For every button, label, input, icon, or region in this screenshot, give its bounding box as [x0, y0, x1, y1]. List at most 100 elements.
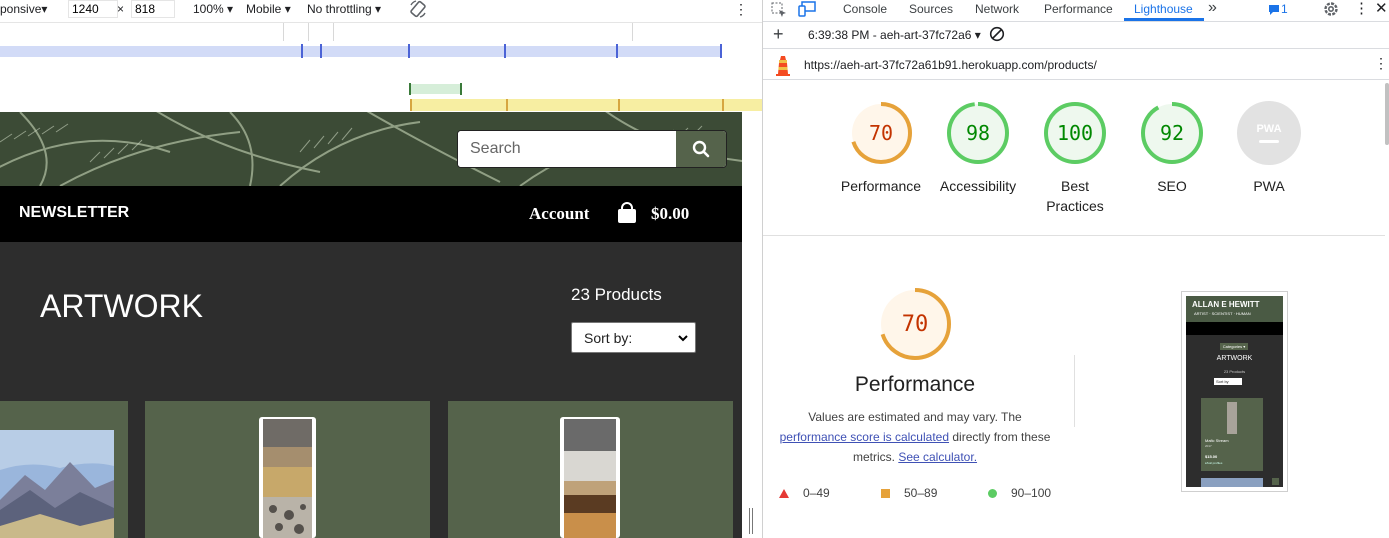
product-image[interactable]: [0, 430, 114, 538]
search-input[interactable]: [458, 131, 678, 167]
score-label: Accessibility: [939, 178, 1017, 194]
score-label: Best Practices: [1046, 178, 1104, 214]
score-value: PWA: [1237, 101, 1301, 165]
fern-banner: [0, 112, 742, 186]
score-value: 100: [1056, 121, 1094, 145]
average-square-icon: [881, 489, 890, 499]
thumb-count: 23 Products: [1223, 369, 1246, 374]
performance-detail-gauge: 70: [878, 287, 952, 361]
page-screenshot-thumbnail: ALLAN E HEWITT ARTIST · SCIENTIST · HUMA…: [1181, 291, 1288, 492]
sort-select[interactable]: Sort by:: [571, 322, 696, 353]
max-width-bar[interactable]: [0, 46, 722, 57]
thumb-product-tag: ●Soil profiles: [1205, 461, 1223, 465]
dimensions-dropdown[interactable]: ponsive▾: [0, 2, 47, 16]
min-max-bar[interactable]: [410, 84, 462, 94]
scrollbar-thumb[interactable]: [1385, 83, 1389, 145]
score-gauge-best-practices[interactable]: 100: [1043, 101, 1107, 165]
cart-total[interactable]: $0.00: [651, 204, 689, 224]
breakpoint-marker[interactable]: [320, 44, 322, 58]
rotate-icon[interactable]: [408, 0, 428, 19]
tab-console[interactable]: Console: [843, 2, 887, 16]
tab-lighthouse[interactable]: Lighthouse: [1134, 2, 1193, 16]
thumb-product-price: $15.00: [1205, 454, 1218, 459]
performance-score-link[interactable]: performance score is calculated: [780, 430, 949, 444]
throttling-dropdown[interactable]: No throttling ▾: [307, 2, 381, 16]
product-card[interactable]: [145, 401, 430, 538]
times-symbol: ×: [117, 2, 125, 16]
breakpoint-marker[interactable]: [616, 44, 618, 58]
new-report-icon[interactable]: +: [773, 25, 784, 43]
thumb-sort: Sort by: [1214, 378, 1242, 385]
breakpoint-marker[interactable]: [301, 44, 303, 58]
legend-item: 50–89: [881, 486, 937, 500]
close-icon[interactable]: ✕: [1375, 1, 1388, 16]
breakpoint-marker[interactable]: [506, 99, 508, 111]
score-gauge-pwa[interactable]: PWA: [1237, 101, 1301, 165]
issues-icon[interactable]: [1268, 4, 1280, 19]
grid-line: [632, 23, 633, 41]
score-value: 92: [1159, 121, 1185, 145]
zoom-dropdown[interactable]: 100% ▾: [193, 2, 233, 16]
settings-gear-icon[interactable]: [1322, 0, 1340, 21]
nav-newsletter-link[interactable]: NEWSLETTER: [19, 204, 129, 222]
devtools-menu-icon[interactable]: ⋮: [1354, 1, 1369, 16]
legend-range: 0–49: [803, 486, 830, 500]
min-width-bar[interactable]: [410, 99, 762, 111]
product-image[interactable]: [259, 417, 316, 538]
performance-detail-title: Performance: [854, 373, 976, 396]
pwa-badge-text: PWA: [1256, 123, 1282, 135]
product-card[interactable]: [448, 401, 733, 538]
shopping-bag-icon[interactable]: [616, 202, 638, 224]
device-toolbar-icon[interactable]: [798, 1, 816, 20]
tab-network[interactable]: Network: [975, 2, 1019, 16]
device-toolbar: ponsive▾ × 100% ▾ Mobile ▾ No throttling…: [0, 0, 762, 20]
report-selector[interactable]: 6:39:38 PM - aeh-art-37fc72a6 ▾: [808, 28, 981, 42]
breakpoint-marker[interactable]: [410, 99, 412, 111]
report-url[interactable]: https://aeh-art-37fc72a61b91.herokuapp.c…: [804, 58, 1097, 72]
breakpoint-marker[interactable]: [618, 99, 620, 111]
product-count: 23 Products: [571, 285, 662, 304]
score-gauge-performance[interactable]: 70: [849, 101, 913, 165]
tab-sources[interactable]: Sources: [909, 2, 953, 16]
chevron-down-icon: [678, 335, 688, 342]
breakpoint-marker[interactable]: [460, 83, 462, 95]
inspect-element-icon[interactable]: [771, 2, 787, 21]
site-navbar: NEWSLETTER Account $0.00: [0, 186, 742, 242]
pane-splitter[interactable]: [749, 508, 755, 534]
product-card[interactable]: [0, 401, 128, 538]
score-value: 70: [868, 121, 894, 145]
score-value: 98: [965, 121, 991, 145]
thumb-product-name: Mafic Stream: [1205, 438, 1229, 443]
media-query-bars: [0, 22, 762, 111]
devtools-tab-bar: Console Sources Network Performance Ligh…: [763, 0, 1389, 22]
breakpoint-marker[interactable]: [408, 44, 410, 58]
thumb-title: ARTWORK: [1216, 355, 1253, 362]
width-input[interactable]: [68, 0, 118, 18]
report-menu-icon[interactable]: ⋮: [1374, 56, 1388, 70]
more-tabs-icon[interactable]: »: [1208, 0, 1217, 17]
report-url-bar: https://aeh-art-37fc72a61b91.herokuapp.c…: [763, 49, 1389, 80]
see-calculator-link[interactable]: See calculator.: [898, 450, 977, 464]
thumb-categories: Categories ▾: [1220, 343, 1248, 350]
issues-count[interactable]: 1: [1281, 2, 1288, 16]
breakpoint-marker[interactable]: [409, 83, 411, 95]
product-image[interactable]: [560, 417, 620, 538]
height-input[interactable]: [131, 0, 175, 18]
breakpoint-marker[interactable]: [720, 44, 722, 58]
nav-account-link[interactable]: Account: [529, 204, 589, 224]
tab-performance[interactable]: Performance: [1044, 2, 1113, 16]
section-divider: [763, 235, 1385, 236]
devtools-pane: Console Sources Network Performance Ligh…: [762, 0, 1389, 538]
clear-all-icon[interactable]: [989, 26, 1005, 45]
breakpoint-marker[interactable]: [504, 44, 506, 58]
search-button[interactable]: [676, 131, 726, 167]
thumb-tagline: ARTIST · SCIENTIST · HUMAN: [1194, 311, 1251, 316]
lighthouse-toolbar: + 6:39:38 PM - aeh-art-37fc72a6 ▾: [763, 22, 1389, 49]
search-icon: [692, 140, 710, 158]
legend-range: 50–89: [904, 486, 938, 500]
more-options-icon[interactable]: ⋮: [734, 2, 748, 16]
score-gauge-accessibility[interactable]: 98: [946, 101, 1010, 165]
score-gauge-seo[interactable]: 92: [1140, 101, 1204, 165]
device-dropdown[interactable]: Mobile ▾: [246, 2, 291, 16]
breakpoint-marker[interactable]: [722, 99, 724, 111]
